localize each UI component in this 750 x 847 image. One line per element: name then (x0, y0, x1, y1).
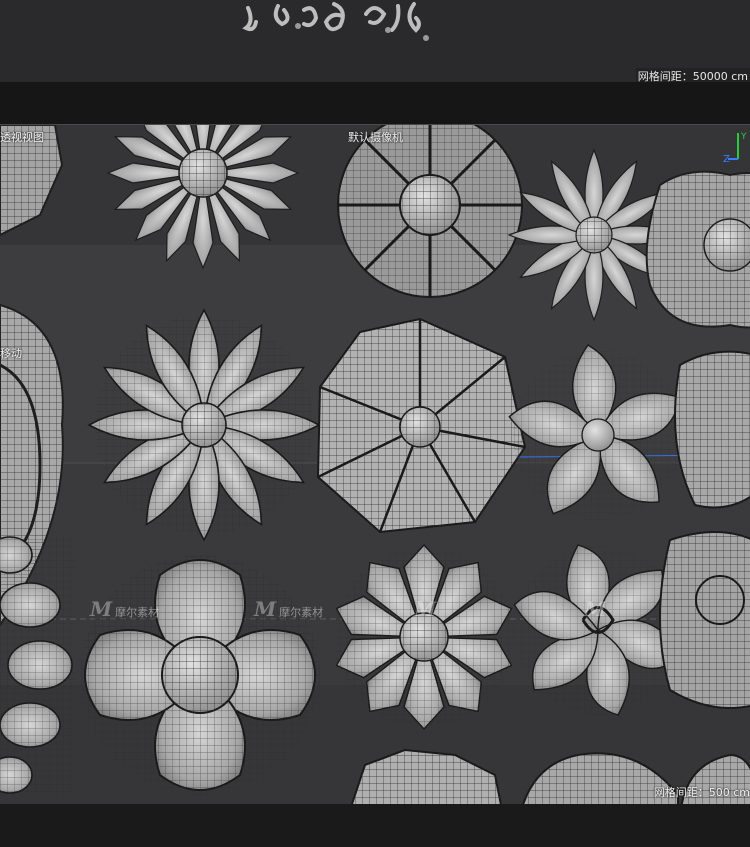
default-camera-label[interactable]: 默认摄像机 (348, 129, 403, 145)
watermark-2: M 摩尔素材 (254, 597, 324, 621)
top-viewport[interactable]: 网格间距：50000 cm (0, 0, 750, 82)
axis-y-label: Y (740, 132, 747, 142)
grid-spacing-label-top: 网格间距：50000 cm (635, 68, 750, 82)
watermark-1: M 摩尔素材 (90, 597, 160, 621)
rosette-r3c4 (659, 531, 750, 709)
main-viewport[interactable]: Z Y 透视视图 默认摄像机 移动 网格间距：500 cm M 摩尔素材 M 摩尔素… (0, 124, 750, 804)
perspective-view-label[interactable]: 透视视图 (0, 129, 44, 145)
viewport-separator (0, 82, 750, 124)
move-mode-label: 移动 (0, 347, 22, 360)
rosette-r3c1 (80, 555, 320, 795)
rosette-r3c0 (0, 535, 75, 795)
axis-z-label: Z (723, 154, 730, 165)
rosette-mesh-scene: Z Y (0, 125, 750, 804)
rosette-r1c4 (645, 170, 750, 329)
grid-spacing-label-bottom: 网格间距：500 cm (653, 786, 750, 799)
watermark-3: M (414, 597, 437, 621)
bottom-toolbar-area (0, 804, 750, 847)
rosette-r1c2 (337, 125, 523, 298)
rosette-r2c4 (674, 350, 750, 509)
ornament-model-preview (242, 2, 429, 41)
watermark-4: M (584, 597, 607, 621)
